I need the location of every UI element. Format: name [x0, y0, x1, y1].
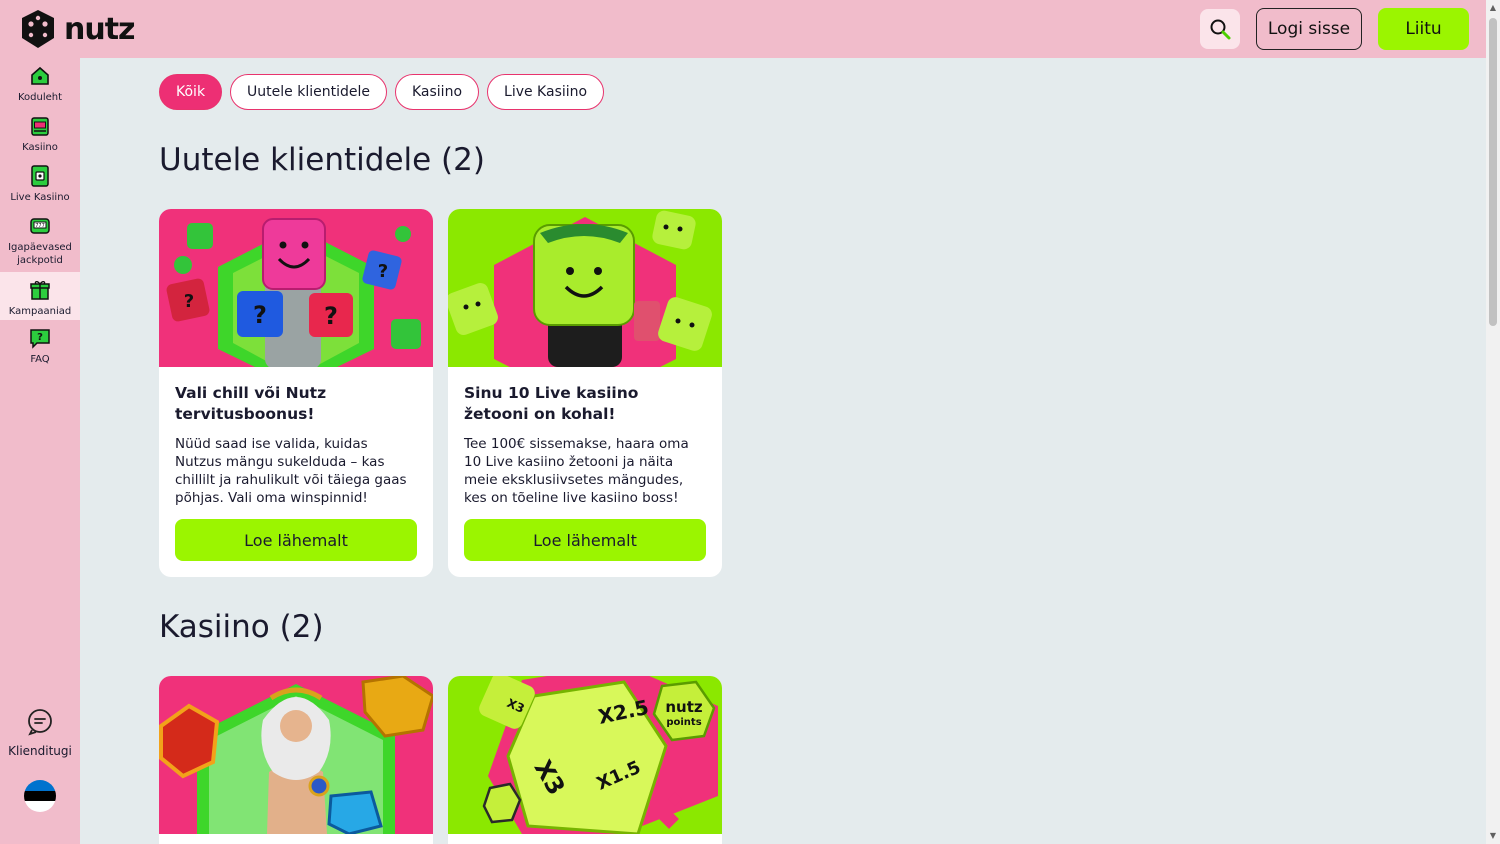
promo-card: X2.5 X3 X1.5 X3 nutz points [448, 676, 722, 844]
sidebar-item-campaigns[interactable]: Kampaaniad [0, 272, 80, 320]
promo-image-nutz-points: X2.5 X3 X1.5 X3 nutz points [448, 676, 722, 834]
promo-title: Vali chill või Nutz tervitusboonus! [175, 384, 327, 423]
scroll-thumb[interactable] [1489, 18, 1497, 326]
promo-card [159, 676, 433, 844]
search-icon [1210, 19, 1231, 40]
svg-text:?: ? [378, 261, 388, 282]
estonian-flag-language-selector[interactable] [24, 780, 56, 812]
svg-text:?: ? [253, 301, 267, 329]
promo-card: ? ? ? ? Vali chill või Nutz tervitusboon… [159, 209, 433, 577]
sidebar-item-label: Igapäevased jackpotid [8, 242, 72, 266]
sidebar-item-casino[interactable]: Kasiino [0, 114, 80, 160]
login-button[interactable]: Logi sisse [1256, 8, 1362, 50]
promo-image-welcome-bonus: ? ? ? ? [159, 209, 433, 367]
live-casino-icon [31, 165, 49, 187]
sidebar: Koduleht Kasiino Live Kasiino 777 Igapäe… [0, 58, 80, 844]
join-button[interactable]: Liitu [1378, 8, 1469, 50]
filter-chip-new-customers[interactable]: Uutele klientidele [230, 74, 387, 110]
read-more-button[interactable]: Loe lähemalt [175, 519, 417, 561]
jackpot-icon: 777 [30, 218, 50, 234]
gift-icon [30, 281, 50, 300]
sidebar-item-live-casino[interactable]: Live Kasiino [0, 164, 80, 210]
sidebar-item-label: Kasiino [22, 142, 58, 153]
sidebar-item-faq[interactable]: ? FAQ [0, 326, 80, 372]
support-label: Klienditugi [8, 744, 72, 758]
section-title-new-customers: Uutele klientidele (2) [159, 142, 485, 178]
section-title-casino: Kasiino (2) [159, 609, 324, 645]
svg-text:?: ? [324, 302, 338, 330]
promo-image-live-casino-chips [448, 209, 722, 367]
filter-chip-live-casino[interactable]: Live Kasiino [487, 74, 605, 110]
filter-chip-all[interactable]: Kõik [159, 74, 223, 110]
scroll-down-icon[interactable]: ▼ [1488, 831, 1498, 841]
home-icon [31, 66, 49, 85]
promo-description: Nüüd saad ise valida, kuidas Nutzus mäng… [175, 436, 407, 506]
promo-title: Sinu 10 Live kasiino žetooni on kohal! [464, 384, 639, 423]
sidebar-item-home[interactable]: Koduleht [0, 64, 80, 110]
page-scrollbar[interactable]: ▲ ▼ [1486, 0, 1500, 844]
nutz-points-badge-text: nutz points [665, 698, 703, 728]
sidebar-item-label: Live Kasiino [10, 192, 70, 203]
search-button[interactable] [1200, 9, 1240, 49]
svg-text:?: ? [184, 291, 194, 312]
promo-image-zeus [159, 676, 433, 834]
dice-logo-icon [22, 10, 54, 48]
promo-description: Tee 100€ sissemakse, haara oma 10 Live k… [464, 436, 689, 506]
svg-text:777: 777 [35, 223, 45, 229]
sidebar-item-label: FAQ [30, 354, 50, 365]
promo-card: Sinu 10 Live kasiino žetooni on kohal! T… [448, 209, 722, 577]
customer-support-button[interactable]: Klienditugi [0, 708, 80, 758]
nutz-logo[interactable]: nutz [18, 8, 136, 50]
chat-icon [28, 709, 52, 736]
slot-machine-icon [31, 117, 49, 136]
logo-text: nutz [64, 11, 136, 47]
sidebar-item-label: Kampaaniad [8, 306, 72, 317]
read-more-button[interactable]: Loe lähemalt [464, 519, 706, 561]
sidebar-item-daily-jackpots[interactable]: 777 Igapäevased jackpotid [0, 214, 80, 272]
svg-text:?: ? [37, 332, 43, 343]
top-header: nutz Logi sisse Liitu [0, 0, 1486, 58]
faq-icon: ? [30, 329, 50, 349]
scroll-up-icon[interactable]: ▲ [1488, 3, 1498, 13]
filter-chip-casino[interactable]: Kasiino [394, 74, 480, 110]
filter-chips: Kõik Uutele klientidele Kasiino Live Kas… [159, 74, 605, 110]
sidebar-item-label: Koduleht [17, 92, 63, 103]
